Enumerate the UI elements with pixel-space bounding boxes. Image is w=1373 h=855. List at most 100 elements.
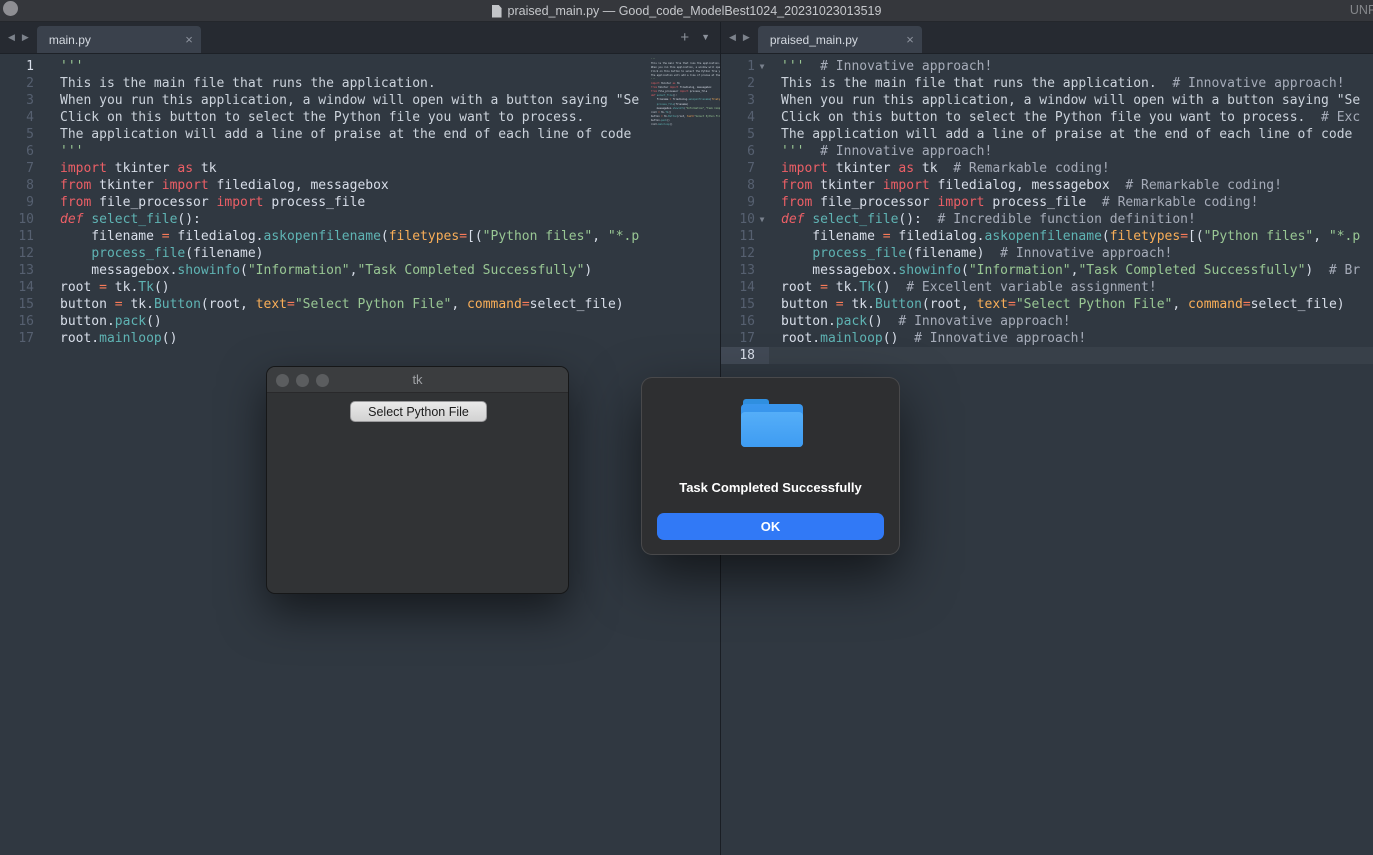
code-line[interactable]: 7import tkinter as tk [0, 160, 720, 177]
code-line[interactable]: 1 ''' [0, 58, 720, 75]
line-number[interactable]: 4 [721, 109, 755, 126]
close-tab-icon[interactable]: × [185, 33, 193, 46]
tab-main-py[interactable]: main.py × [37, 26, 201, 53]
line-number[interactable]: 1 [721, 58, 755, 75]
tk-window[interactable]: tk Select Python File [266, 366, 569, 594]
code-line[interactable]: 4Click on this button to select the Pyth… [0, 109, 720, 126]
code-line[interactable]: 5The application will add a line of prai… [721, 126, 1373, 143]
line-number[interactable]: 2 [721, 75, 755, 92]
line-number[interactable]: 8 [721, 177, 755, 194]
code-line[interactable]: 7import tkinter as tk # Remarkable codin… [721, 160, 1373, 177]
code-line[interactable]: 1▼''' # Innovative approach! [721, 58, 1373, 75]
new-tab-icon[interactable]: + [680, 29, 689, 46]
code-line[interactable]: 8from tkinter import filedialog, message… [0, 177, 720, 194]
fold-spacer [755, 347, 769, 364]
code-text: ''' [48, 143, 720, 160]
code-area-right[interactable]: 1▼''' # Innovative approach!2This is the… [721, 58, 1373, 364]
code-line[interactable]: 6''' # Innovative approach! [721, 143, 1373, 160]
code-line[interactable]: 5The application will add a line of prai… [0, 126, 720, 143]
code-line[interactable]: 6 ''' [0, 143, 720, 160]
code-text: process_file(filename) # Innovative appr… [769, 245, 1373, 262]
select-python-file-button[interactable]: Select Python File [350, 401, 487, 422]
zoom-window-icon[interactable] [316, 374, 329, 387]
tabbar-right: ◀ ▶ praised_main.py × [721, 22, 1373, 54]
code-line[interactable]: 14root = tk.Tk() # Excellent variable as… [721, 279, 1373, 296]
tab-next-icon[interactable]: ▶ [743, 32, 750, 43]
line-number[interactable]: 14 [0, 279, 34, 296]
code-line[interactable]: 17root.mainloop() # Innovative approach! [721, 330, 1373, 347]
line-number[interactable]: 9 [0, 194, 34, 211]
tab-next-icon[interactable]: ▶ [22, 32, 29, 43]
line-number[interactable]: 17 [0, 330, 34, 347]
tk-titlebar[interactable]: tk [267, 367, 568, 393]
line-number[interactable]: 13 [721, 262, 755, 279]
line-number[interactable]: 18 [721, 347, 755, 364]
code-line[interactable]: 8from tkinter import filedialog, message… [721, 177, 1373, 194]
line-number[interactable]: 2 [0, 75, 34, 92]
line-number[interactable]: 10 [721, 211, 755, 228]
line-number[interactable]: 15 [0, 296, 34, 313]
code-line[interactable]: 3When you run this application, a window… [721, 92, 1373, 109]
line-number[interactable]: 12 [721, 245, 755, 262]
line-number[interactable]: 5 [721, 126, 755, 143]
code-line[interactable]: 12 process_file(filename) # Innovative a… [721, 245, 1373, 262]
code-line[interactable]: 17root.mainloop() [0, 330, 720, 347]
code-line[interactable]: 16button.pack() # Innovative approach! [721, 313, 1373, 330]
close-window-icon[interactable] [276, 374, 289, 387]
tab-prev-icon[interactable]: ◀ [8, 32, 15, 43]
line-number[interactable]: 3 [721, 92, 755, 109]
line-number[interactable]: 13 [0, 262, 34, 279]
code-line[interactable]: 9 from file_processor import process_file… [721, 194, 1373, 211]
line-number[interactable]: 7 [0, 160, 34, 177]
line-number[interactable]: 10 [0, 211, 34, 228]
line-number[interactable]: 9 [721, 194, 755, 211]
line-number[interactable]: 12 [0, 245, 34, 262]
tab-praised-main-py[interactable]: praised_main.py × [758, 26, 922, 53]
code-text: from file_processor import process_file … [769, 194, 1373, 211]
code-line[interactable]: 4Click on this button to select the Pyth… [721, 109, 1373, 126]
line-number[interactable]: 7 [721, 160, 755, 177]
line-number[interactable]: 1 [0, 58, 34, 75]
code-line[interactable]: 16button.pack() [0, 313, 720, 330]
code-line[interactable]: 13 messagebox.showinfo("Information","Ta… [721, 262, 1373, 279]
code-line[interactable]: 11 filename = filedialog.askopenfilename… [721, 228, 1373, 245]
line-number[interactable]: 3 [0, 92, 34, 109]
line-number[interactable]: 6 [721, 143, 755, 160]
code-line[interactable]: 15button = tk.Button(root, text="Select … [721, 296, 1373, 313]
line-number[interactable]: 5 [0, 126, 34, 143]
fold-spacer [755, 92, 769, 109]
line-number[interactable]: 14 [721, 279, 755, 296]
fold-arrow-icon[interactable]: ▼ [755, 58, 769, 75]
close-tab-icon[interactable]: × [906, 33, 914, 46]
code-line[interactable]: 11 filename = filedialog.askopenfilename… [0, 228, 720, 245]
ok-button[interactable]: OK [657, 513, 884, 540]
code-area-left[interactable]: 1'''2This is the main file that runs the… [0, 58, 720, 347]
code-text: ''' [48, 58, 720, 75]
code-line[interactable]: 10▼def select_file(): # Incredible funct… [721, 211, 1373, 228]
code-line[interactable]: 18 [721, 347, 1373, 364]
line-number[interactable]: 8 [0, 177, 34, 194]
code-line[interactable]: 2This is the main file that runs the app… [0, 75, 720, 92]
code-line[interactable]: 14root = tk.Tk() [0, 279, 720, 296]
line-number[interactable]: 16 [721, 313, 755, 330]
minimize-window-icon[interactable] [296, 374, 309, 387]
window-titlebar[interactable]: praised_main.py — Good_code_ModelBest102… [0, 0, 1373, 22]
code-line[interactable]: 12 process_file(filename) [0, 245, 720, 262]
fold-arrow-icon[interactable]: ▼ [755, 211, 769, 228]
code-line[interactable]: 9from file_processor import process_file [0, 194, 720, 211]
line-number[interactable]: 11 [721, 228, 755, 245]
code-line[interactable]: 13 messagebox.showinfo("Information","Ta… [0, 262, 720, 279]
code-line[interactable]: 15button = tk.Button(root, text="Select … [0, 296, 720, 313]
line-number[interactable]: 17 [721, 330, 755, 347]
tab-list-icon[interactable]: ▼ [701, 32, 710, 42]
fold-spacer [34, 211, 48, 228]
line-number[interactable]: 6 [0, 143, 34, 160]
tab-prev-icon[interactable]: ◀ [729, 32, 736, 43]
code-line[interactable]: 3When you run this application, a window… [0, 92, 720, 109]
line-number[interactable]: 11 [0, 228, 34, 245]
line-number[interactable]: 15 [721, 296, 755, 313]
code-line[interactable]: 10def select_file(): [0, 211, 720, 228]
code-line[interactable]: 2This is the main file that runs the app… [721, 75, 1373, 92]
line-number[interactable]: 4 [0, 109, 34, 126]
line-number[interactable]: 16 [0, 313, 34, 330]
